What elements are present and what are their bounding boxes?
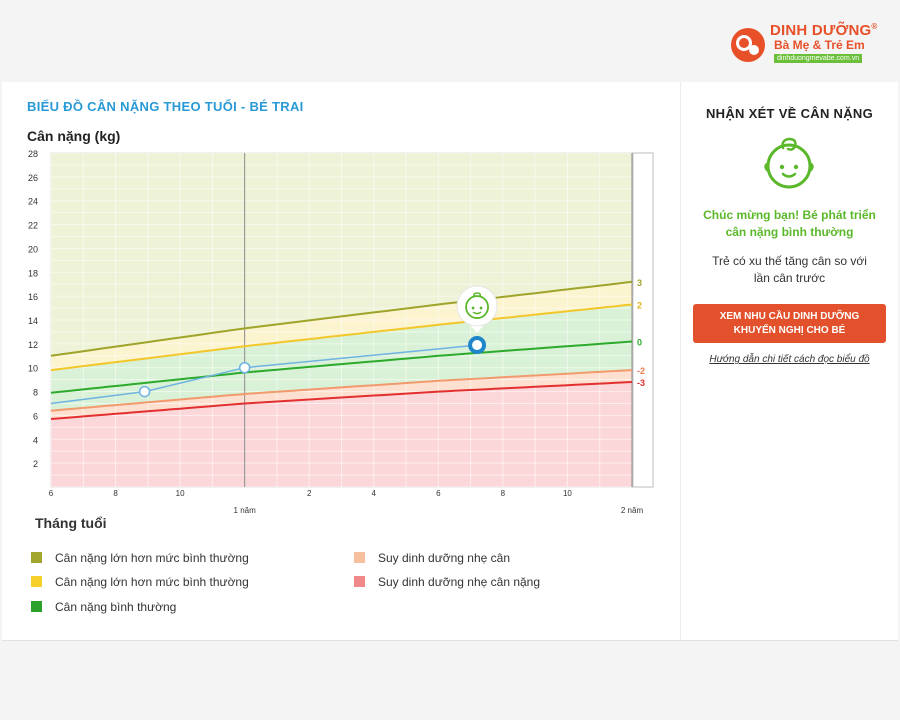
legend-label: Cân nặng lớn hơn mức bình thường [55, 575, 249, 589]
legend-swatch [31, 601, 42, 612]
legend-swatch [354, 552, 365, 563]
y-tick-label: 14 [28, 316, 38, 326]
measurement-point [238, 361, 251, 374]
legend-swatch [354, 576, 365, 587]
x-tick-label: 6 [49, 489, 54, 498]
y-tick-label: 18 [28, 268, 38, 278]
legend-label: Cân nặng lớn hơn mức bình thường [55, 551, 249, 565]
x-tick-label: 10 [176, 489, 185, 498]
legend-item: Cân nặng lớn hơn mức bình thường [31, 575, 341, 591]
legend-label: Cân nặng bình thường [55, 600, 177, 614]
legend-label: Suy dinh dưỡng nhẹ cân [378, 551, 510, 565]
button-label-line: XEM NHU CẦU DINH DƯỠNG [719, 311, 860, 322]
trend-message: Trẻ có xu thế tăng cân so với lần cân tr… [681, 253, 898, 287]
sd-curve-label: 0 [637, 337, 642, 347]
nutrition-needs-button[interactable]: XEM NHU CẦU DINH DƯỠNG KHUYẾN NGHỊ CHO B… [693, 304, 886, 343]
chart-guide-link[interactable]: Hướng dẫn chi tiết cách đọc biểu đồ [681, 354, 898, 365]
y-tick-label: 26 [28, 173, 38, 183]
brand-logo[interactable]: DINH DƯỠNG® Bà Mẹ & Trẻ Em dinhduongmeva… [728, 22, 888, 66]
trend-message-line: Trẻ có xu thế tăng cân so với [712, 254, 867, 268]
chart-title: BIỂU ĐỒ CÂN NẶNG THEO TUỔI - BÉ TRAI [27, 99, 304, 114]
legend-swatch [31, 576, 42, 587]
x-tick-label: 8 [113, 489, 118, 498]
y-tick-label: 20 [28, 244, 38, 254]
assessment-message-line: cân nặng bình thường [725, 225, 854, 239]
x-tick-label: 10 [563, 489, 572, 498]
y-tick-label: 4 [33, 435, 38, 445]
baby-marker-bubble [456, 285, 498, 327]
legend-item: Cân nặng lớn hơn mức bình thường [31, 551, 341, 567]
y-tick-label: 12 [28, 340, 38, 350]
y-tick-label: 6 [33, 411, 38, 421]
growth-chart: 320-2-32468101214161820222426286 8 10 2 4 6 8 1… [28, 149, 654, 515]
sd-curve-label: -3 [637, 378, 645, 388]
baby-marker-eye [479, 306, 483, 310]
sd-curve-label: 2 [637, 300, 642, 310]
x-tick-label: 6 [436, 489, 441, 498]
x-axis-title: Tháng tuổi [35, 515, 107, 531]
mother-baby-logo-icon [731, 28, 765, 62]
y-tick-label: 10 [28, 364, 38, 374]
legend-swatch [31, 552, 42, 563]
sd-curve-label: -2 [637, 366, 645, 376]
assessment-message: Chúc mừng bạn! Bé phát triển cân nặng bì… [681, 207, 898, 241]
y-tick-label: 8 [33, 388, 38, 398]
current-measurement-point [468, 336, 487, 355]
brand-url: dinhduongmevabe.com.vn [774, 54, 863, 63]
sd-curve-label: 3 [637, 278, 642, 288]
x-year-label: 2 năm [621, 506, 644, 515]
brand-name: DINH DƯỠNG® [770, 22, 878, 39]
legend-item: Suy dinh dưỡng nhẹ cân nặng [354, 575, 654, 591]
y-tick-label: 28 [28, 149, 38, 159]
x-tick-label: 4 [372, 489, 377, 498]
x-tick-label: 8 [501, 489, 506, 498]
x-year-label: 1 năm [234, 506, 257, 515]
y-tick-label: 2 [33, 459, 38, 469]
assessment-title: NHẬN XÉT VỀ CÂN NẶNG [705, 106, 874, 121]
top-bar: DINH DƯỠNG® Bà Mẹ & Trẻ Em dinhduongmeva… [0, 0, 900, 82]
x-tick-label: 2 [307, 489, 312, 498]
brand-tagline: Bà Mẹ & Trẻ Em [774, 38, 865, 52]
button-label-line: KHUYẾN NGHỊ CHO BÉ [733, 325, 846, 336]
legend-item: Cân nặng bình thường [31, 600, 341, 616]
y-tick-label: 24 [28, 197, 38, 207]
legend-item: Suy dinh dưỡng nhẹ cân [354, 551, 654, 567]
y-axis-title: Cân nặng (kg) [27, 128, 121, 144]
y-tick-label: 22 [28, 221, 38, 231]
legend-label: Suy dinh dưỡng nhẹ cân nặng [378, 575, 541, 589]
trend-message-line: lần cân trước [753, 271, 826, 285]
happy-baby-icon [764, 137, 814, 189]
assessment-message-line: Chúc mừng bạn! Bé phát triển [703, 208, 876, 222]
measurement-point [138, 385, 151, 398]
y-tick-label: 16 [28, 292, 38, 302]
baby-marker-eye [471, 306, 475, 310]
